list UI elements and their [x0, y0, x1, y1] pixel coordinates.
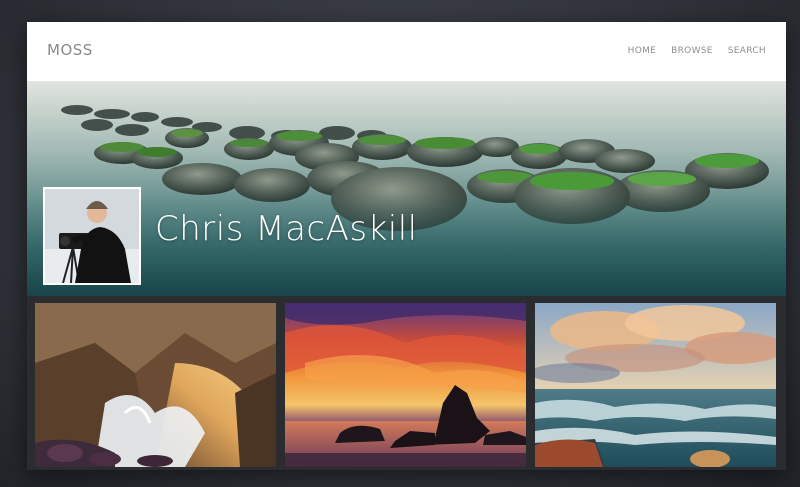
nav-home-link[interactable]: HOME — [628, 46, 657, 56]
top-navbar: MOSS HOME BROWSE SEARCH — [27, 22, 786, 81]
nav-links: HOME BROWSE SEARCH — [628, 46, 766, 56]
nav-search-link[interactable]: SEARCH — [728, 46, 766, 56]
photographer-portrait — [45, 189, 139, 283]
site-logo[interactable]: MOSS — [47, 41, 93, 59]
photo-gallery — [35, 303, 778, 467]
gallery-photo-2[interactable] — [285, 303, 526, 467]
cover-photo: Chris MacAskill — [27, 81, 786, 296]
gallery-photo-3[interactable] — [535, 303, 776, 467]
sunset-sea-stack-photo — [285, 303, 526, 467]
profile-name: Chris MacAskill — [155, 209, 418, 249]
sea-cave-photo — [35, 303, 276, 467]
browser-page: MOSS HOME BROWSE SEARCH Chris MacAskill — [27, 22, 786, 470]
ocean-waves-photo — [535, 303, 776, 467]
gallery-photo-1[interactable] — [35, 303, 276, 467]
profile-avatar[interactable] — [43, 187, 141, 285]
nav-browse-link[interactable]: BROWSE — [671, 46, 713, 56]
